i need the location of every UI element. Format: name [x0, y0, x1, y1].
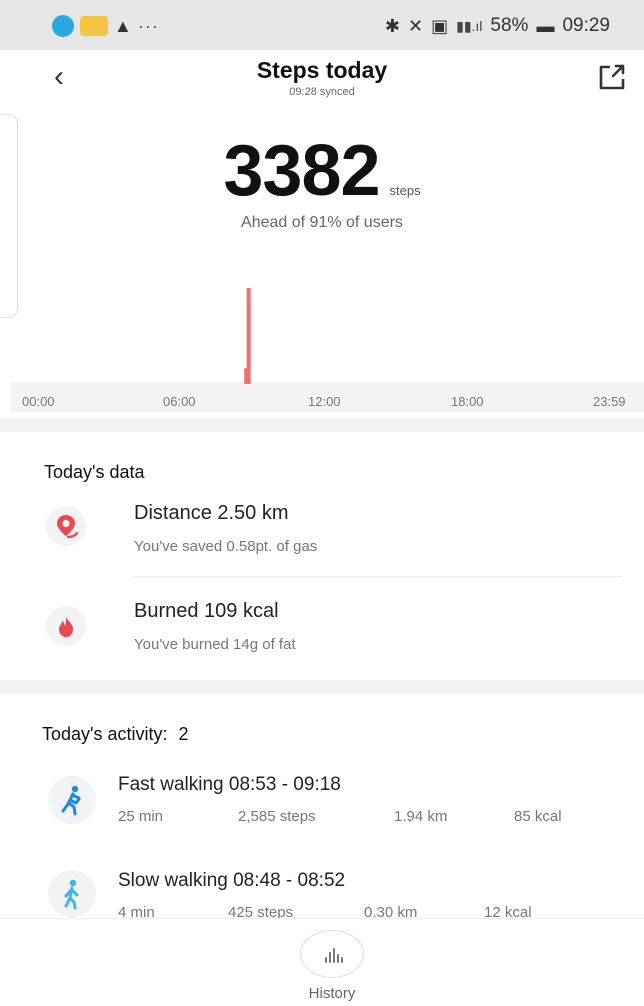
steps-summary: 3382 steps — [0, 130, 644, 212]
slow-walking-icon — [48, 870, 96, 918]
flame-icon — [46, 606, 86, 646]
distance-detail: You've saved 0.58pt. of gas — [134, 538, 318, 555]
x-tick-label: 12:00 — [308, 394, 341, 409]
x-tick-label: 18:00 — [451, 394, 484, 409]
rank-text: Ahead of 91% of users — [241, 214, 403, 231]
history-button[interactable] — [300, 930, 364, 978]
bluetooth-icon: ✱ — [384, 15, 400, 36]
steps-count: 3382 — [223, 131, 380, 211]
status-bar: ▲ ··· ✱ ✕ ▣ ▮▮.ıl 58% ▬ 09:29 — [0, 0, 644, 50]
status-system: ✱ ✕ ▣ ▮▮.ıl 58% ▬ 09:29 — [385, 14, 610, 38]
mute-icon: ✕ — [408, 15, 424, 36]
section-divider — [0, 418, 644, 432]
x-tick-label: 23:59 — [593, 394, 626, 409]
activity-count: 2 — [178, 724, 189, 744]
page-title: Steps today — [256, 57, 388, 83]
activity-steps: 2,585 steps — [238, 808, 316, 825]
bar-chart-icon — [325, 948, 343, 963]
distance-value: Distance 2.50 km — [134, 502, 289, 524]
todays-data-title: Today's data — [44, 462, 145, 482]
warning-icon: ▲ — [114, 15, 132, 36]
signal-icon: ▮▮.ıl — [456, 17, 483, 34]
battery-percent: 58% — [490, 15, 529, 36]
sync-status: 09:28 synced — [289, 86, 355, 98]
activity-title-label: Today's activity: — [42, 724, 168, 744]
section-divider — [0, 680, 644, 694]
x-tick-label: 00:00 — [22, 394, 55, 409]
row-divider — [134, 576, 622, 577]
activity-title-text: Slow walking 08:48 - 08:52 — [118, 870, 346, 891]
fast-walking-icon — [48, 776, 96, 824]
share-button[interactable] — [596, 62, 628, 92]
activity-duration: 25 min — [118, 808, 164, 825]
calories-value: Burned 109 kcal — [134, 600, 279, 622]
message-icon — [80, 16, 108, 36]
activity-title: Today's activity: 2 — [42, 724, 189, 745]
more-icon: ··· — [137, 15, 159, 36]
calories-detail: You've burned 14g of fat — [134, 636, 296, 653]
nfc-icon: ▣ — [431, 15, 449, 36]
steps-unit: steps — [389, 183, 421, 198]
chat-bubble-icon — [52, 15, 74, 37]
location-pin-icon — [46, 506, 86, 546]
battery-icon: ▬ — [536, 15, 555, 36]
x-tick-label: 06:00 — [163, 394, 196, 409]
share-icon — [599, 64, 625, 90]
status-time: 09:29 — [562, 15, 610, 36]
steps-bar — [244, 368, 250, 384]
steps-chart — [244, 288, 251, 384]
history-label[interactable]: History — [0, 985, 644, 1002]
status-notifications: ▲ ··· — [52, 14, 159, 38]
activity-kcal: 85 kcal — [514, 808, 562, 825]
activity-title-text: Fast walking 08:53 - 09:18 — [118, 774, 341, 795]
chart-x-axis: 00:00 06:00 12:00 18:00 23:59 — [0, 394, 644, 414]
activity-distance: 1.94 km — [394, 808, 448, 825]
